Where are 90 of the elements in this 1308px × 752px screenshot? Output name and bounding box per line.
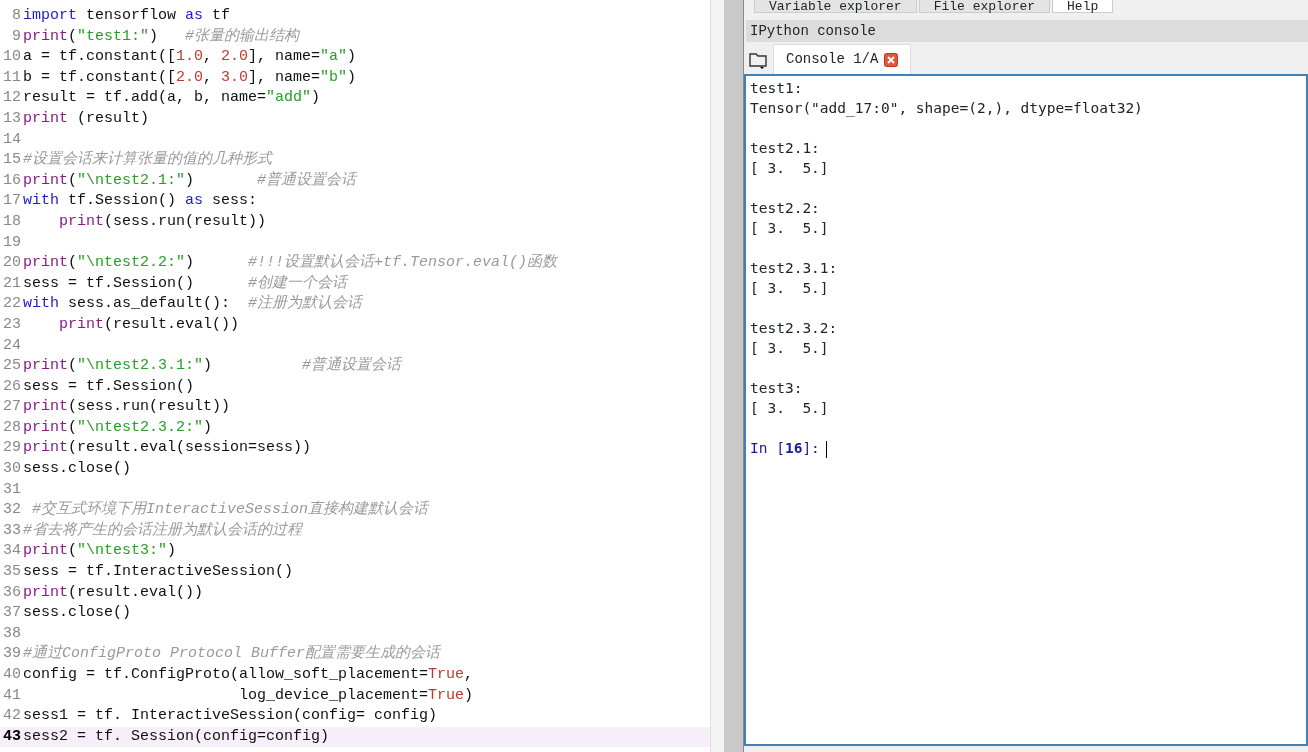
line-number: 38 xyxy=(2,623,22,644)
code-line: print(sess.run(result)) xyxy=(58,211,267,232)
line-number: 9 xyxy=(11,26,22,47)
output-label: test2.2: xyxy=(750,199,821,218)
line-number: 34 xyxy=(2,541,22,562)
line-number: 18 xyxy=(2,211,22,232)
code-line: print("\ntest2.3.1:") #普通设置会话 xyxy=(22,356,402,377)
code-comment: #省去将产生的会话注册为默认会话的过程 xyxy=(22,520,302,541)
panel-tab[interactable]: File explorer xyxy=(918,0,1051,13)
code-line: print("test1:") #张量的输出结构 xyxy=(22,26,300,47)
line-number: 37 xyxy=(2,603,22,624)
line-number: 10 xyxy=(2,47,22,68)
text-cursor xyxy=(825,440,827,458)
line-number: 41 xyxy=(2,685,22,706)
line-number: 20 xyxy=(2,253,22,274)
line-number: 11 xyxy=(2,67,22,88)
line-number: 22 xyxy=(2,294,22,315)
code-line: print (result) xyxy=(22,108,150,129)
line-number: 31 xyxy=(2,479,22,500)
line-number: 33 xyxy=(2,520,22,541)
output-label: test2.3.2: xyxy=(750,319,839,338)
code-line: print("\ntest3:") xyxy=(22,541,177,562)
code-line: with tf.Session() as sess: xyxy=(22,191,258,212)
folder-icon[interactable] xyxy=(748,50,770,70)
code-comment: #交互式环境下用InteractiveSession直接构建默认会话 xyxy=(31,500,429,521)
code-line: print(sess.run(result)) xyxy=(22,397,231,418)
line-number: 19 xyxy=(2,232,22,253)
output-label: test1: xyxy=(750,79,804,98)
line-number: 29 xyxy=(2,438,22,459)
line-number: 39 xyxy=(2,644,22,665)
console-tab[interactable]: Console 1/A xyxy=(773,44,912,74)
console-output[interactable]: test1: Tensor("add_17:0", shape=(2,), dtype=float32) test2.1: [ 3. 5.] test2.2: [ 3. 5.] test2.3.1: [ 3. 5.] test2.3.2: [ 3. 5.] test3: [ 3. 5.] In [16]: xyxy=(744,74,1308,746)
code-line: print("\ntest2.2:") #!!!设置默认会话+tf.Tensor.eval()函数 xyxy=(22,253,558,274)
line-number: 32 xyxy=(2,500,22,521)
line-number: 30 xyxy=(2,459,22,480)
line-number: 16 xyxy=(2,170,22,191)
code-line: sess.close() xyxy=(22,603,132,624)
line-number: 24 xyxy=(2,335,22,356)
code-line: sess = tf.Session() #创建一个会话 xyxy=(22,273,348,294)
output-label: test2.3.1: xyxy=(750,259,839,278)
close-icon[interactable] xyxy=(884,52,899,67)
code-line: with sess.as_default(): #注册为默认会话 xyxy=(22,294,363,315)
code-line: print("\ntest2.1:") #普通设置会话 xyxy=(22,170,357,191)
output-value: [ 3. 5.] xyxy=(750,279,830,298)
code-line: a = tf.constant([1.0, 2.0], name="a") xyxy=(22,47,357,68)
code-line: import tensorflow as tf xyxy=(22,6,231,26)
code-line: sess = tf.InteractiveSession() xyxy=(22,562,294,583)
code-line: sess.close() xyxy=(22,459,132,480)
output-value: [ 3. 5.] xyxy=(750,339,830,358)
input-prompt: In [16]: xyxy=(750,440,820,456)
line-number: 13 xyxy=(2,108,22,129)
line-number: 40 xyxy=(2,665,22,685)
output-value: [ 3. 5.] xyxy=(750,159,830,178)
code-line: b = tf.constant([2.0, 3.0], name="b") xyxy=(22,67,357,88)
code-comment: #通过ConfigProto Protocol Buffer配置需要生成的会话 xyxy=(22,644,441,665)
code-line: result = tf.add(a, b, name="add") xyxy=(22,88,321,109)
output-label: test2.1: xyxy=(750,139,821,158)
code-line: print("\ntest2.3.2:") xyxy=(22,417,213,438)
line-number: 43 xyxy=(2,726,22,747)
line-number: 21 xyxy=(2,273,22,294)
line-number: 14 xyxy=(2,129,22,150)
output-label: test3: xyxy=(750,379,804,398)
code-line: sess1 = tf. InteractiveSession(config= config) xyxy=(22,706,438,727)
line-number: 28 xyxy=(2,417,22,438)
line-number: 15 xyxy=(2,150,22,171)
line-number: 27 xyxy=(2,397,22,418)
code-line: sess2 = tf. Session(config=config) xyxy=(22,726,330,747)
line-number: 25 xyxy=(2,356,22,377)
output-value: [ 3. 5.] xyxy=(750,219,830,238)
code-line: print(result.eval()) xyxy=(58,314,240,335)
output-value: Tensor("add_17:0", shape=(2,), dtype=float32) xyxy=(750,99,1144,118)
scrollbar[interactable] xyxy=(724,0,744,752)
panel-tab[interactable]: Variable explorer xyxy=(754,0,917,13)
line-number: 12 xyxy=(2,88,22,109)
line-number: 42 xyxy=(2,706,22,727)
line-number: 35 xyxy=(2,562,22,583)
line-number: 36 xyxy=(2,582,22,603)
pane-title: IPython console xyxy=(746,20,1308,42)
code-line: print(result.eval()) xyxy=(22,582,204,603)
line-number: 17 xyxy=(2,191,22,212)
line-number: 23 xyxy=(2,314,22,335)
code-line: print(result.eval(session=sess)) xyxy=(22,438,312,459)
code-comment: #设置会话来计算张量的值的几种形式 xyxy=(22,150,272,171)
output-value: [ 3. 5.] xyxy=(750,399,830,418)
code-line: sess = tf.Session() xyxy=(22,376,195,397)
code-line: config = tf.ConfigProto(allow_soft_placement=True, xyxy=(22,665,474,685)
code-line: log_device_placement=True) xyxy=(238,685,474,706)
panel-tab[interactable]: Help xyxy=(1052,0,1114,13)
line-number: 26 xyxy=(2,376,22,397)
line-number: 8 xyxy=(11,6,22,26)
